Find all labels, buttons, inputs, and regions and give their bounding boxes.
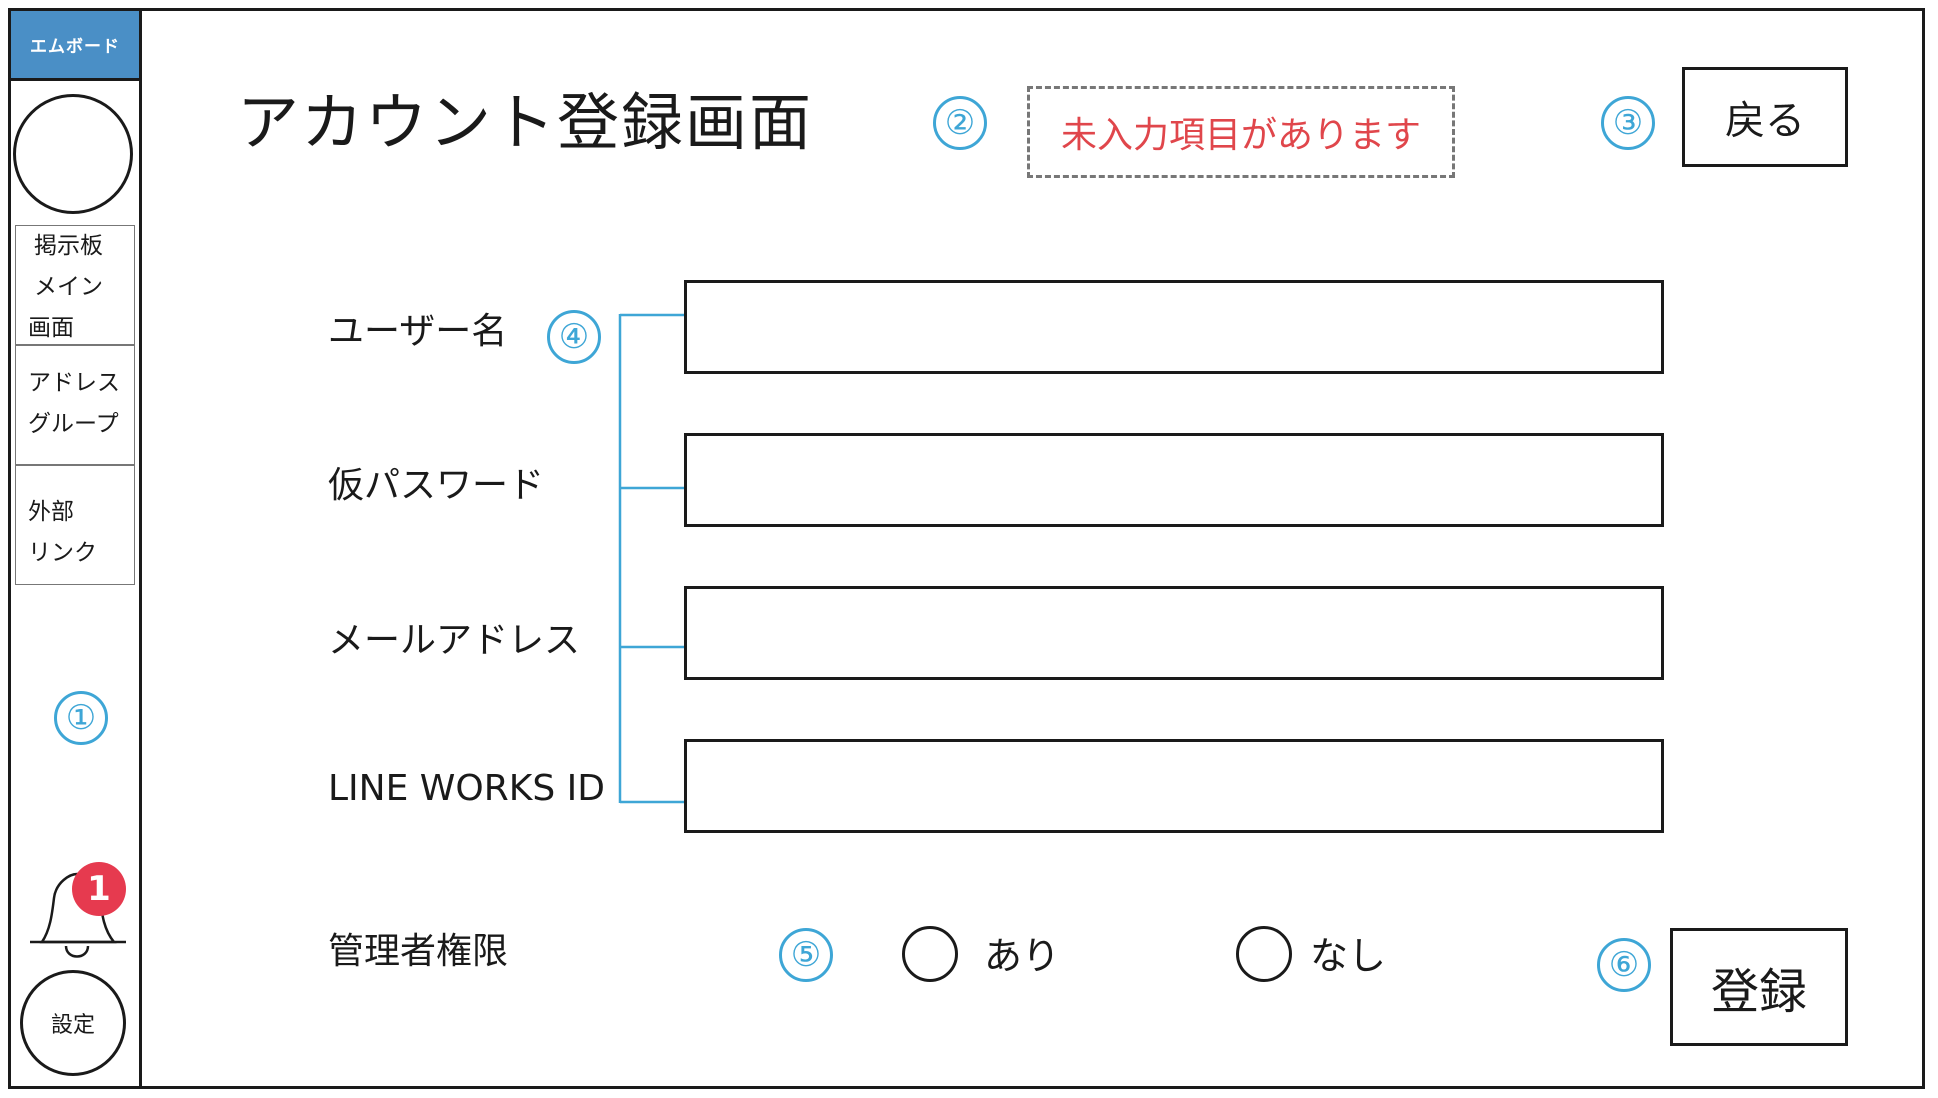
email-input[interactable] — [684, 586, 1664, 680]
back-button[interactable]: 戻る — [1682, 67, 1848, 167]
admin-no-label: なし — [1310, 934, 1387, 978]
annotation-marker-5: ⑤ — [779, 928, 833, 982]
annotation-marker-6: ⑥ — [1597, 938, 1651, 992]
line-works-id-input[interactable] — [684, 739, 1664, 833]
error-message: 未入力項目があります — [1027, 86, 1455, 178]
admin-permission-label: 管理者権限 — [328, 931, 509, 972]
annotation-marker-3: ③ — [1601, 96, 1655, 150]
register-button[interactable]: 登録 — [1670, 928, 1848, 1046]
admin-no-radio[interactable] — [1236, 926, 1292, 982]
username-input[interactable] — [684, 280, 1664, 374]
admin-yes-label: あり — [984, 934, 1061, 978]
notification-badge: 1 — [72, 862, 126, 916]
annotation-marker-2: ② — [933, 96, 987, 150]
settings-button[interactable]: 設定 — [20, 970, 126, 1076]
field-group-bracket — [618, 313, 690, 804]
admin-yes-radio[interactable] — [902, 926, 958, 982]
temp-password-input[interactable] — [684, 433, 1664, 527]
